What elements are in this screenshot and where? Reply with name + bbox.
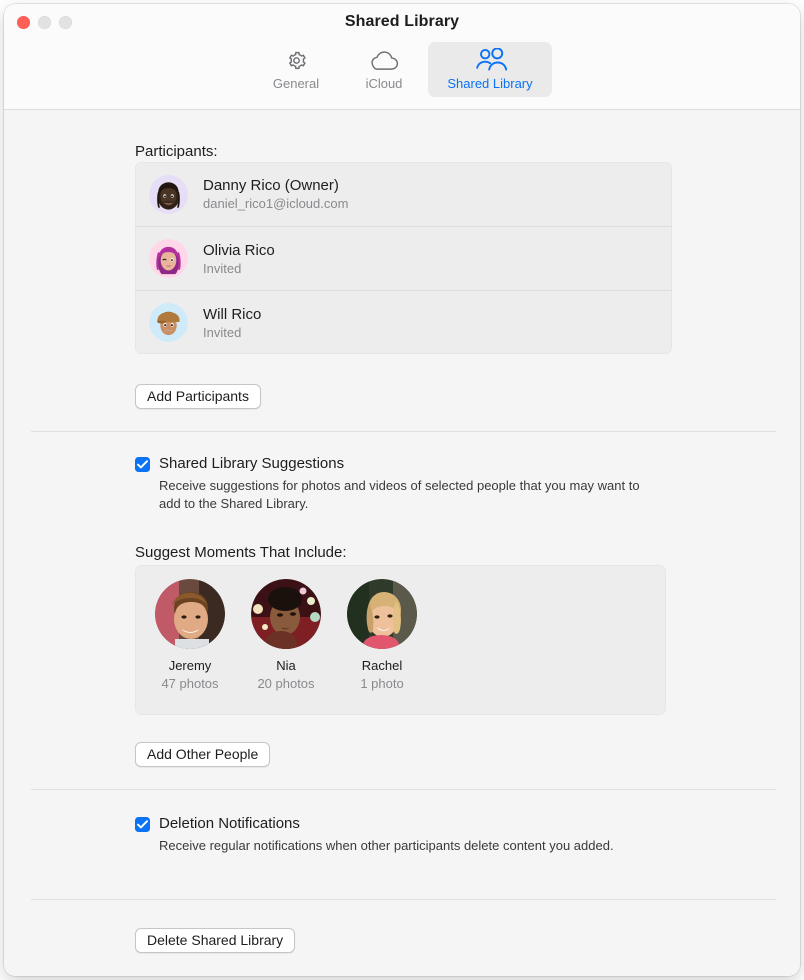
suggested-person[interactable]: Jeremy 47 photos (149, 579, 231, 691)
person-name: Nia (276, 658, 296, 673)
participant-status: daniel_rico1@icloud.com (203, 196, 349, 211)
participant-name: Danny Rico (Owner) (203, 177, 339, 194)
participant-status: Invited (203, 260, 242, 276)
deletion-notifications-label: Deletion Notifications (159, 815, 300, 832)
tab-icloud-label: iCloud (365, 76, 403, 91)
divider (31, 899, 776, 900)
participant-name: Will Rico (203, 305, 262, 323)
window-title: Shared Library (344, 13, 460, 30)
deletion-notifications-description: Receive regular notifications when other… (159, 838, 614, 853)
divider (31, 789, 776, 790)
participant-text: Will Rico Invited (203, 306, 261, 340)
shared-library-suggestions-description: Receive suggestions for photos and video… (159, 478, 640, 512)
participants-list: Danny Rico (Owner) daniel_rico1@icloud.c… (135, 162, 672, 354)
avatar (149, 174, 188, 214)
participant-row[interactable]: Danny Rico (Owner) daniel_rico1@icloud.c… (135, 162, 672, 226)
suggested-people-list: Jeremy 47 photos Nia 20 photos Rachel 1 … (149, 579, 423, 691)
add-participants-button[interactable]: Add Participants (135, 384, 261, 409)
person-thumbnail (155, 579, 225, 649)
person-name: Rachel (361, 658, 403, 673)
cloud-icon (369, 47, 399, 73)
suggest-moments-heading: Suggest Moments That Include: (135, 544, 347, 561)
preferences-window: Shared Library General iCloud Shared Lib… (4, 4, 800, 976)
gear-icon (285, 47, 308, 73)
toolbar-tabs: General iCloud Shared Library (4, 42, 800, 97)
person-name: Jeremy (168, 658, 212, 673)
participant-status: Invited (203, 324, 242, 340)
deletion-notifications-checkbox[interactable] (135, 817, 150, 832)
participant-text: Danny Rico (Owner) daniel_rico1@icloud.c… (203, 177, 348, 211)
participant-text: Olivia Rico Invited (203, 242, 275, 276)
delete-shared-library-button[interactable]: Delete Shared Library (135, 928, 296, 953)
tab-shared-library-label: Shared Library (447, 76, 533, 91)
shared-library-suggestions-row: Shared Library Suggestions Receive sugge… (135, 455, 675, 514)
person-photo-count: 1 photo (360, 676, 404, 691)
tab-icloud[interactable]: iCloud (340, 42, 428, 97)
participants-heading: Participants: (135, 143, 218, 160)
tab-shared-library[interactable]: Shared Library (428, 42, 552, 97)
preferences-content: Participants: Danny Rico (Owner) daniel_… (4, 110, 800, 976)
deletion-notifications-row: Deletion Notifications Receive regular n… (135, 815, 675, 855)
participant-row[interactable]: Olivia Rico Invited (135, 226, 672, 290)
person-photo-count: 47 photos (161, 676, 219, 691)
divider (31, 431, 776, 432)
add-other-people-button[interactable]: Add Other People (135, 742, 271, 767)
shared-library-suggestions-label: Shared Library Suggestions (159, 455, 345, 472)
tab-general-label: General (272, 76, 320, 91)
participant-row[interactable]: Will Rico Invited (135, 290, 672, 354)
person-thumbnail (347, 579, 417, 649)
two-people-icon (474, 47, 507, 73)
tab-general[interactable]: General (252, 42, 340, 97)
suggested-person[interactable]: Nia 20 photos (245, 579, 327, 691)
window-titlebar: Shared Library General iCloud Shared Lib… (4, 4, 800, 110)
checkmark-icon (137, 820, 148, 829)
shared-library-suggestions-checkbox[interactable] (135, 457, 150, 472)
avatar (149, 303, 188, 342)
checkmark-icon (137, 460, 148, 469)
avatar (149, 239, 188, 278)
person-photo-count: 20 photos (257, 676, 315, 691)
suggested-person[interactable]: Rachel 1 photo (341, 579, 423, 691)
participant-name: Olivia Rico (203, 241, 275, 259)
suggested-people-box: Jeremy 47 photos Nia 20 photos Rachel 1 … (135, 565, 666, 715)
person-thumbnail (251, 579, 321, 649)
